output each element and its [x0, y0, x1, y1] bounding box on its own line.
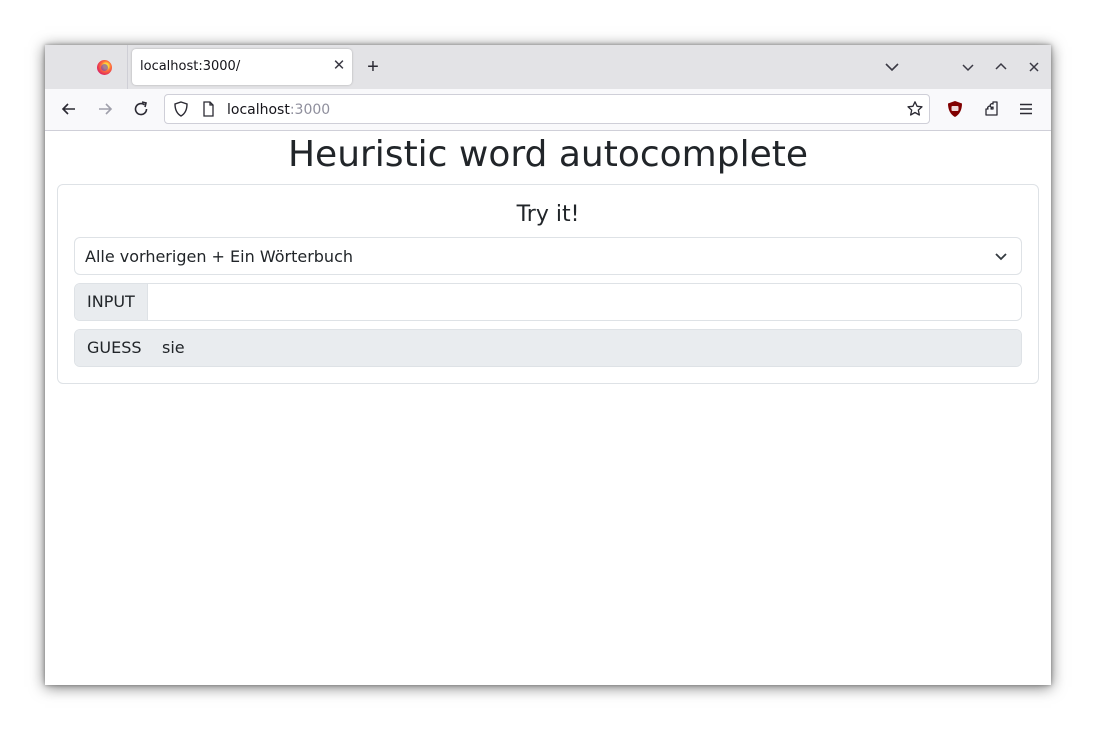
tab-divider: [127, 45, 128, 89]
url-bar[interactable]: localhost:3000: [164, 94, 930, 124]
mode-select[interactable]: Alle vorherigen + Ein Wörterbuch: [74, 237, 1022, 275]
chevron-down-icon: [995, 253, 1007, 261]
firefox-icon: [97, 60, 112, 75]
maximize-icon[interactable]: [991, 57, 1011, 77]
tab-title: localhost:3000/: [140, 59, 241, 74]
back-icon[interactable]: [59, 99, 79, 119]
url-port: :3000: [289, 102, 331, 118]
new-tab-button[interactable]: +: [363, 57, 383, 78]
url-text[interactable]: localhost:3000: [227, 102, 330, 118]
tab-bar: localhost:3000/ ✕ +: [45, 45, 1051, 89]
firefox-view-button[interactable]: [45, 45, 127, 89]
word-input[interactable]: [148, 284, 1021, 320]
tab-close-icon[interactable]: ✕: [330, 57, 348, 75]
mode-select-value: Alle vorherigen + Ein Wörterbuch: [85, 247, 354, 266]
card-title: Try it!: [516, 202, 580, 227]
close-icon[interactable]: [1024, 57, 1044, 77]
input-group: INPUT: [74, 283, 1022, 321]
page-content: Heuristic word autocomplete Try it! Alle…: [45, 131, 1051, 685]
shield-icon[interactable]: [171, 99, 191, 119]
input-label: INPUT: [75, 284, 148, 320]
reload-icon[interactable]: [131, 99, 151, 119]
guess-label: GUESS: [75, 330, 155, 366]
page-title: Heuristic word autocomplete: [287, 134, 809, 175]
try-it-card: Try it! Alle vorherigen + Ein Wörterbuch…: [57, 184, 1039, 384]
browser-window: localhost:3000/ ✕ + localhost:3000 Heuri…: [45, 45, 1051, 685]
nav-toolbar: localhost:3000: [45, 89, 1051, 131]
forward-icon[interactable]: [95, 99, 115, 119]
list-tabs-icon[interactable]: [882, 57, 902, 77]
guess-group: GUESS sie: [74, 329, 1022, 367]
minimize-icon[interactable]: [958, 57, 978, 77]
menu-icon[interactable]: [1016, 99, 1036, 119]
guess-output: sie: [150, 330, 1021, 366]
url-host: localhost: [227, 102, 290, 118]
extensions-icon[interactable]: [981, 99, 1001, 119]
star-icon[interactable]: [905, 99, 925, 119]
ublock-icon[interactable]: [945, 99, 965, 119]
page-icon[interactable]: [198, 99, 218, 119]
tab-localhost[interactable]: localhost:3000/ ✕: [132, 49, 352, 85]
